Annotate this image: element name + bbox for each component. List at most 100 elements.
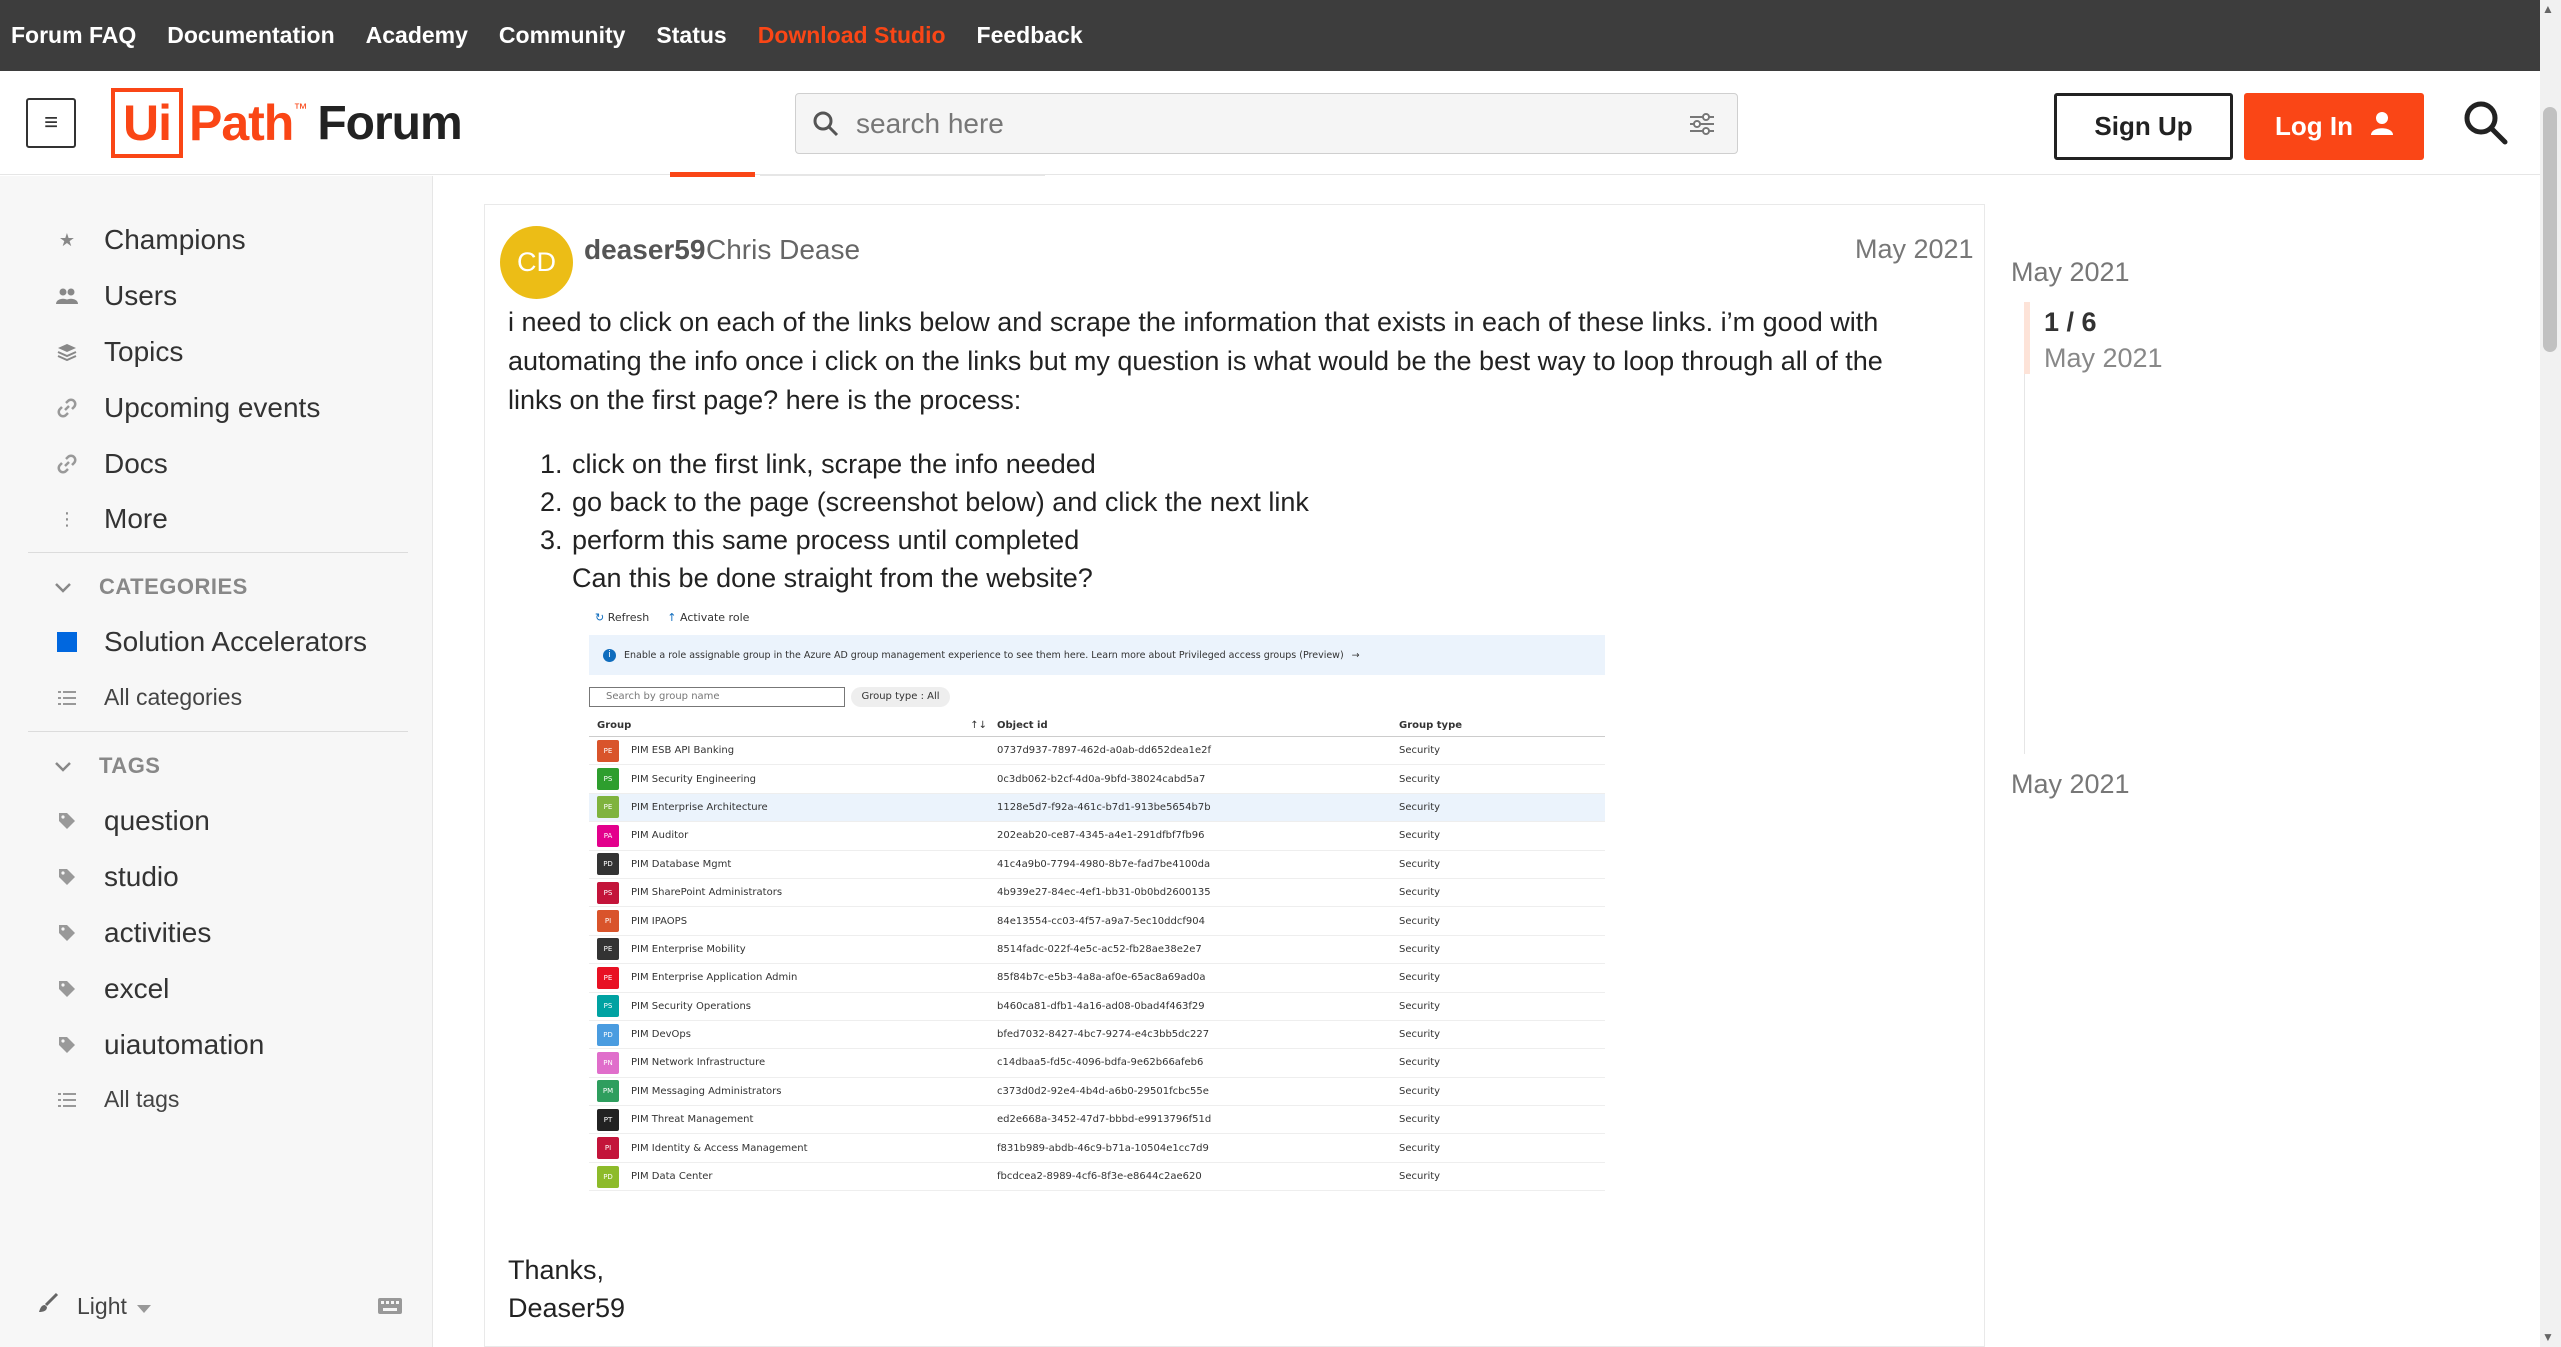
keyboard-shortcuts-icon[interactable]: [378, 1298, 402, 1319]
tag-uiautomation[interactable]: uiautomation: [55, 1029, 264, 1061]
table-row: PA PIM Auditor 202eab20-ce87-4345-a4e1-291…: [589, 822, 1605, 851]
cell-object-id: b460ca81-dfb1-4a16-ad08-0bad4f463f29: [997, 1000, 1205, 1012]
cell-group-type: Security: [1399, 1057, 1441, 1069]
activate-role-action: ↑ Activate role: [667, 611, 749, 624]
sidebar-divider: [28, 731, 408, 732]
tag-question[interactable]: question: [55, 805, 210, 837]
screenshot-table: Group ↑↓ Object id Group type PE PIM ESB A…: [589, 715, 1605, 1192]
list-icon: [55, 1088, 79, 1112]
group-name: PIM DevOps: [631, 1029, 691, 1041]
timeline-scroller-handle[interactable]: [2024, 302, 2030, 374]
search-input[interactable]: [856, 107, 1667, 140]
group-name: PIM ESB API Banking: [631, 745, 735, 757]
cell-object-id: bfed7032-8427-4bc7-9274-e4c3bb5dc227: [997, 1029, 1210, 1041]
sidebar-item-more[interactable]: ⋮ More: [55, 503, 168, 535]
users-icon: [55, 284, 79, 308]
cell-group: PS PIM SharePoint Administrators: [589, 881, 997, 904]
log-in-button[interactable]: Log In: [2244, 93, 2424, 160]
cell-group: PE PIM ESB API Banking: [589, 739, 997, 762]
cell-group-type: Security: [1399, 972, 1441, 984]
table-row: PS PIM SharePoint Administrators 4b939e27-…: [589, 879, 1605, 908]
signoff-line: Deaser59: [508, 1293, 626, 1323]
scrollbar-thumb[interactable]: [2543, 107, 2557, 352]
cell-group: PS PIM Security Operations: [589, 995, 997, 1018]
group-name: PIM Database Mgmt: [631, 858, 732, 870]
group-name: PIM Identity & Access Management: [631, 1142, 808, 1154]
nav-forum-faq[interactable]: Forum FAQ: [11, 22, 136, 49]
group-badge: PD: [597, 1165, 619, 1188]
screenshot-toolbar: ↻ Refresh ↑ Activate role: [595, 611, 749, 624]
column-header-object-id: Object id: [997, 720, 1048, 731]
search-filter-icon[interactable]: [1667, 112, 1737, 135]
theme-selector[interactable]: Light: [37, 1292, 151, 1320]
sidebar-item-topics[interactable]: Topics: [55, 336, 183, 368]
step-text: click on the first link, scrape the info…: [572, 449, 1096, 479]
logo-forum-text: Forum: [317, 96, 462, 150]
info-icon: i: [603, 648, 616, 662]
categories-heading-label: CATEGORIES: [99, 574, 248, 599]
signoff-line: Thanks,: [508, 1255, 605, 1285]
sidebar-item-users[interactable]: Users: [55, 280, 177, 312]
uipath-forum-logo[interactable]: Ui Path ™ Forum: [111, 88, 463, 158]
tab-underline: [760, 174, 1045, 176]
sidebar-item-docs[interactable]: Docs: [55, 448, 168, 480]
tag-icon: [55, 921, 79, 945]
cell-group: PD PIM DevOps: [589, 1023, 997, 1046]
post-date[interactable]: May 2021: [1855, 234, 1974, 265]
cell-group-type: Security: [1399, 830, 1441, 842]
scroll-up-arrow-icon[interactable]: ▲: [2542, 2, 2554, 16]
sign-up-button[interactable]: Sign Up: [2054, 93, 2233, 160]
categories-heading[interactable]: CATEGORIES: [55, 574, 248, 600]
link-icon: [55, 396, 79, 420]
sidebar-item-upcoming-events[interactable]: Upcoming events: [55, 392, 320, 424]
nav-feedback[interactable]: Feedback: [977, 22, 1083, 49]
link-icon: [55, 452, 79, 476]
top-nav: Forum FAQ Documentation Academy Communit…: [0, 0, 2540, 71]
nav-status[interactable]: Status: [656, 22, 726, 49]
scroll-down-arrow-icon[interactable]: ▼: [2542, 1330, 2554, 1344]
tag-studio[interactable]: studio: [55, 861, 179, 893]
post-body-line: links on the first page? here is the pro…: [508, 385, 1022, 415]
nav-download-studio[interactable]: Download Studio: [758, 22, 946, 49]
all-categories-link[interactable]: All categories: [55, 684, 242, 711]
cell-group-type: Security: [1399, 1085, 1441, 1097]
screenshot-search-box: Search by group name: [589, 687, 845, 707]
cell-group: PI PIM Identity & Access Management: [589, 1137, 997, 1160]
tags-heading[interactable]: TAGS: [55, 753, 160, 779]
tag-icon: [55, 1033, 79, 1057]
timeline-start-date[interactable]: May 2021: [2011, 257, 2130, 288]
table-row: PE PIM ESB API Banking 0737d937-7897-462d-…: [589, 737, 1605, 766]
header-search-button[interactable]: [2459, 98, 2511, 150]
table-row: PS PIM Security Operations b460ca81-dfb1-4…: [589, 993, 1605, 1021]
cell-object-id: 8514fadc-022f-4e5c-ac52-fb28ae38e2e7: [997, 943, 1202, 955]
table-row: PS PIM Security Engineering 0c3db062-b2cf-…: [589, 765, 1605, 794]
nav-academy[interactable]: Academy: [366, 22, 468, 49]
cell-object-id: 85f84b7c-e5b3-4a8a-af0e-65ac8a69ad0a: [997, 972, 1206, 984]
cell-group-type: Security: [1399, 773, 1441, 785]
category-color-square: [55, 630, 79, 654]
tag-icon: [55, 865, 79, 889]
sidebar-item-champions[interactable]: ★ Champions: [55, 224, 246, 256]
step-followup: Can this be done straight from the websi…: [540, 559, 1309, 597]
nav-community[interactable]: Community: [499, 22, 626, 49]
tag-activities[interactable]: activities: [55, 917, 211, 949]
timeline-post-count: 1 / 6: [2044, 307, 2097, 337]
avatar[interactable]: CD: [500, 226, 573, 299]
timeline-track: [2024, 374, 2025, 754]
group-badge: PI: [597, 910, 619, 933]
group-name: PIM Auditor: [631, 830, 689, 842]
list-item: 3. perform this same process until comple…: [540, 521, 1309, 559]
all-tags-link[interactable]: All tags: [55, 1086, 179, 1113]
table-row: PD PIM Data Center fbcdcea2-8989-4cf6-8f3e…: [589, 1163, 1605, 1192]
group-badge: PA: [597, 824, 619, 847]
hamburger-menu-button[interactable]: ≡: [26, 98, 76, 148]
tag-excel[interactable]: excel: [55, 973, 169, 1005]
category-solution-accelerators[interactable]: Solution Accelerators: [55, 626, 367, 658]
post-username[interactable]: deaser59: [584, 234, 705, 266]
cell-group-type: Security: [1399, 1142, 1441, 1154]
embedded-screenshot[interactable]: ↻ Refresh ↑ Activate role i Enable a rol…: [589, 605, 1605, 1195]
nav-documentation[interactable]: Documentation: [167, 22, 334, 49]
cell-group: PD PIM Database Mgmt: [589, 853, 997, 876]
list-icon: [55, 686, 79, 710]
timeline-end-date[interactable]: May 2021: [2011, 769, 2130, 800]
